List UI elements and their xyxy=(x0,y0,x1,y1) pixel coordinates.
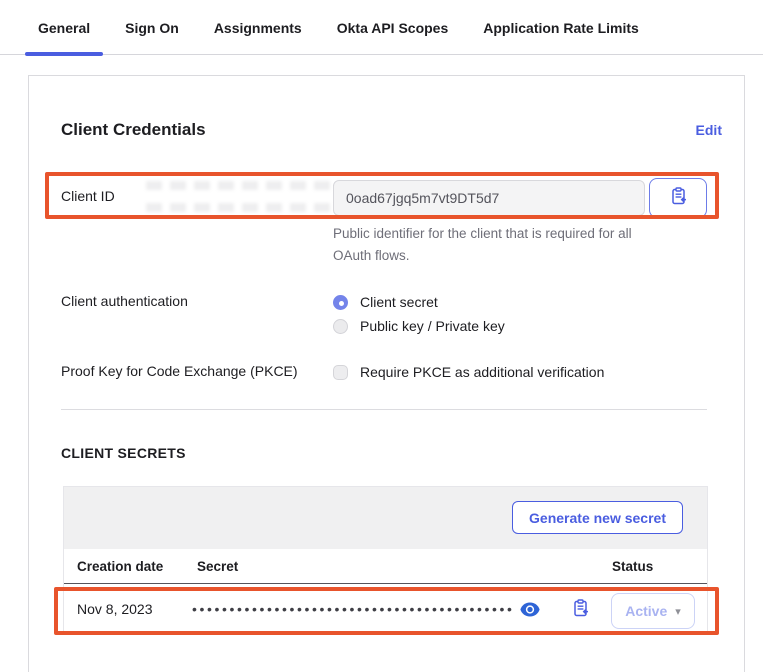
tab-general-label: General xyxy=(38,20,90,36)
tab-application-rate-limits-label: Application Rate Limits xyxy=(483,20,639,36)
radio-label: Client secret xyxy=(360,294,438,310)
tabs: General Sign On Assignments Okta API Sco… xyxy=(25,0,661,55)
pkce-checkbox-row[interactable]: Require PKCE as additional verification xyxy=(333,360,604,384)
tab-assignments[interactable]: Assignments xyxy=(201,0,315,55)
tab-okta-api-scopes[interactable]: Okta API Scopes xyxy=(324,0,462,55)
client-credentials-header: Client Credentials Edit xyxy=(61,120,722,140)
tab-okta-api-scopes-label: Okta API Scopes xyxy=(337,20,449,36)
checkbox-unchecked-icon[interactable] xyxy=(333,365,348,380)
pkce-checkbox-label: Require PKCE as additional verification xyxy=(360,364,604,380)
edit-link[interactable]: Edit xyxy=(696,122,722,138)
radio-option-public-private-key[interactable]: Public key / Private key xyxy=(333,314,505,338)
client-id-help-text: Public identifier for the client that is… xyxy=(333,223,673,267)
tab-bar: General Sign On Assignments Okta API Sco… xyxy=(0,0,763,55)
tab-assignments-label: Assignments xyxy=(214,20,302,36)
generate-new-secret-button[interactable]: Generate new secret xyxy=(512,501,683,534)
section-title-client-credentials: Client Credentials xyxy=(61,120,206,140)
pkce-label: Proof Key for Code Exchange (PKCE) xyxy=(61,363,298,379)
okta-app-settings-page: General Sign On Assignments Okta API Sco… xyxy=(0,0,763,672)
radio-unselected-icon[interactable] xyxy=(333,319,348,334)
tab-sign-on-label: Sign On xyxy=(125,20,179,36)
active-tab-underline xyxy=(25,52,103,56)
client-authentication-label: Client authentication xyxy=(61,293,188,309)
client-secrets-title: CLIENT SECRETS xyxy=(61,445,186,461)
radio-selected-icon[interactable] xyxy=(333,295,348,310)
tab-application-rate-limits[interactable]: Application Rate Limits xyxy=(470,0,652,55)
column-header-secret: Secret xyxy=(197,559,238,574)
radio-option-client-secret[interactable]: Client secret xyxy=(333,290,505,314)
radio-label: Public key / Private key xyxy=(360,318,505,334)
column-header-creation-date: Creation date xyxy=(77,559,163,574)
tab-general[interactable]: General xyxy=(25,0,103,55)
section-divider xyxy=(61,409,707,410)
highlight-box-client-id xyxy=(45,172,719,219)
table-header-row: Creation date Secret Status xyxy=(64,549,707,584)
settings-card: Client Credentials Edit Client ID 0oad67… xyxy=(28,75,745,672)
client-authentication-options: Client secret Public key / Private key xyxy=(333,290,505,338)
tab-sign-on[interactable]: Sign On xyxy=(112,0,192,55)
column-header-status: Status xyxy=(612,559,653,574)
highlight-box-secret-row xyxy=(54,587,719,635)
table-toolbar: Generate new secret xyxy=(64,487,707,549)
